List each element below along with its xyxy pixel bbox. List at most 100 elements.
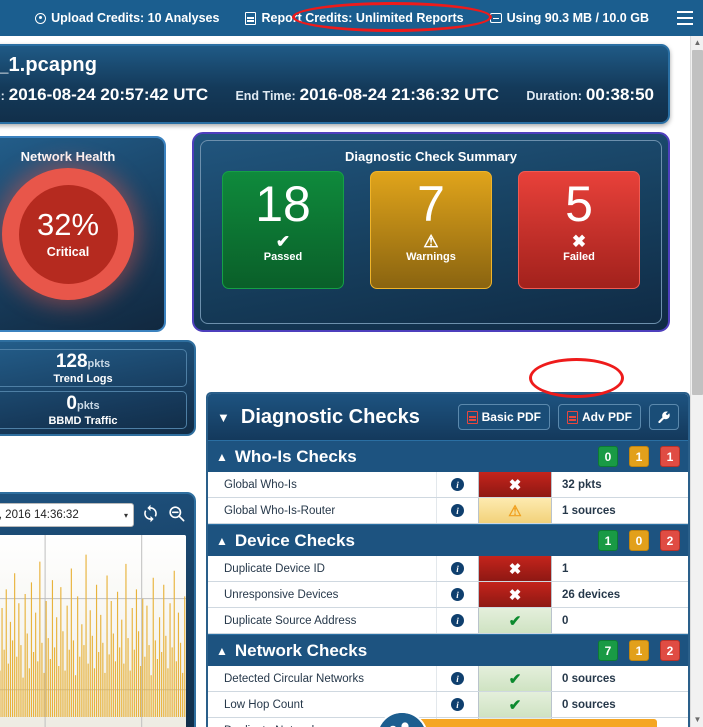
triangle-up-icon[interactable]: ▲ (216, 534, 228, 548)
check-info-cell[interactable]: i (436, 608, 478, 633)
end-time-label: End Time: (235, 89, 296, 103)
file-name: 1_1.pcapng (0, 54, 98, 76)
info-icon[interactable]: i (451, 614, 464, 627)
warnings-count: 7 (417, 176, 445, 232)
info-icon[interactable]: i (451, 562, 464, 575)
check-group-title: Network Checks (234, 640, 368, 660)
adv-pdf-label: Adv PDF (581, 410, 632, 424)
adv-pdf-button[interactable]: Adv PDF (557, 404, 641, 430)
date-range-value: 24, 2016 14:36:32 (0, 509, 79, 521)
check-value: 0 sources (562, 672, 616, 685)
report-credits-item[interactable]: Report Credits: Unlimited Reports (245, 11, 464, 25)
check-value: 32 pkts (562, 478, 602, 491)
page-content: 1_1.pcapng ne: 2016-08-24 20:57:42 UTC E… (0, 36, 690, 727)
wrench-icon[interactable] (649, 404, 679, 430)
start-time-value: 2016-08-24 20:57:42 UTC (8, 85, 209, 104)
date-range-select[interactable]: 24, 2016 14:36:32 ▾ (0, 503, 134, 527)
network-health-card: Network Health 32% Critical (0, 136, 166, 332)
check-row[interactable]: Unresponsive Devices i ✖ 26 devices (208, 582, 688, 608)
info-icon[interactable]: i (451, 478, 464, 491)
stat-trend-logs[interactable]: 128pkts Trend Logs (0, 349, 187, 387)
summary-box-warnings[interactable]: 7 ⚠ Warnings (370, 171, 492, 289)
pill-failed: 2 (660, 530, 680, 551)
check-group-header[interactable]: ▲ Who-Is Checks 0 1 1 (208, 440, 688, 472)
bbmd-unit: pkts (76, 399, 100, 412)
check-row[interactable]: Global Who-Is i ✖ 32 pkts (208, 472, 688, 498)
check-name: Duplicate Source Address (224, 614, 357, 627)
scroll-up-arrow[interactable]: ▲ (691, 36, 703, 50)
packet-rate-chart[interactable] (0, 535, 186, 727)
check-value: 1 sources (562, 504, 616, 517)
triangle-up-icon[interactable]: ▲ (216, 644, 228, 658)
duration-label: Duration: (526, 89, 582, 103)
zoom-out-icon[interactable] (167, 504, 186, 526)
check-row[interactable]: Global Who-Is-Router i ⚠ 1 sources (208, 498, 688, 524)
check-info-cell[interactable]: i (436, 498, 478, 523)
trend-logs-unit: pkts (87, 357, 111, 370)
chart-toolbar: 24, 2016 14:36:32 ▾ (0, 502, 186, 528)
check-value: 1 (562, 562, 569, 575)
check-name: Unresponsive Devices (224, 588, 339, 601)
cross-icon: ✖ (478, 556, 552, 581)
trend-logs-label: Trend Logs (53, 372, 113, 385)
check-info-cell[interactable]: i (436, 582, 478, 607)
info-icon[interactable]: i (451, 588, 464, 601)
bbmd-label: BBMD Traffic (48, 414, 118, 427)
file-info-panel: 1_1.pcapng ne: 2016-08-24 20:57:42 UTC E… (0, 44, 670, 124)
check-group-header[interactable]: ▲ Device Checks 1 0 2 (208, 524, 688, 556)
basic-pdf-button[interactable]: Basic PDF (457, 404, 550, 430)
check-info-cell[interactable]: i (436, 556, 478, 581)
check-icon: ✔ (478, 608, 552, 633)
info-icon[interactable]: i (451, 672, 464, 685)
bbmd-value: 0 (66, 392, 77, 414)
passed-label: Passed (263, 250, 303, 263)
scroll-down-arrow[interactable]: ▼ (691, 713, 703, 727)
cross-icon: ✖ (571, 231, 587, 251)
hamburger-menu-icon[interactable] (677, 11, 693, 25)
triangle-up-icon[interactable]: ▲ (216, 450, 228, 464)
scrollbar-thumb[interactable] (692, 50, 703, 395)
check-info-cell[interactable]: i (436, 472, 478, 497)
chat-widget[interactable]: Need help? Chat with us! ⌃ (376, 711, 657, 727)
warnings-label: Warnings (406, 250, 456, 263)
summary-box-failed[interactable]: 5 ✖ Failed (518, 171, 640, 289)
pill-passed: 0 (598, 446, 618, 467)
chat-bar[interactable]: Need help? Chat with us! ⌃ (412, 719, 657, 727)
check-row[interactable]: Detected Circular Networks i ✔ 0 sources (208, 666, 688, 692)
upload-credits-item[interactable]: Upload Credits: 10 Analyses (35, 11, 219, 25)
end-time-value: 2016-08-24 21:36:32 UTC (299, 85, 500, 104)
health-row: Network Health 32% Critical Diagnostic C… (0, 132, 670, 332)
check-name: Detected Circular Networks (224, 672, 364, 685)
refresh-icon[interactable] (141, 504, 160, 526)
storage-usage-item[interactable]: Using 90.3 MB / 10.0 GB (489, 11, 649, 25)
chat-logo-icon[interactable] (376, 711, 428, 727)
check-name: Global Who-Is (224, 478, 297, 491)
warning-triangle-icon: ⚠ (478, 498, 552, 523)
info-icon[interactable]: i (451, 698, 464, 711)
check-row[interactable]: Duplicate Source Address i ✔ 0 (208, 608, 688, 634)
check-icon: ✔ (275, 231, 291, 251)
check-value: 26 devices (562, 588, 621, 601)
diagnostic-checks-title: Diagnostic Checks (240, 405, 420, 428)
check-group-header[interactable]: ▲ Network Checks 7 1 2 (208, 634, 688, 666)
disk-icon (489, 13, 502, 23)
capture-times: ne: 2016-08-24 20:57:42 UTC End Time: 20… (0, 85, 654, 105)
diagnostic-checks-header[interactable]: ▼ Diagnostic Checks Basic PDF Adv PDF (208, 394, 688, 440)
pill-passed: 7 (598, 640, 618, 661)
check-icon: ✔ (478, 666, 552, 691)
warning-triangle-icon: ⚠ (423, 231, 439, 251)
cross-icon: ✖ (478, 472, 552, 497)
diagnostic-check-summary-card: Diagnostic Check Summary 18 ✔ Passed 7 ⚠… (192, 132, 670, 332)
storage-usage-label: Using 90.3 MB / 10.0 GB (506, 11, 649, 25)
triangle-down-icon[interactable]: ▼ (217, 410, 230, 425)
vertical-scrollbar[interactable]: ▲ ▼ (690, 36, 703, 727)
stat-bbmd-traffic[interactable]: 0pkts BBMD Traffic (0, 391, 187, 429)
check-info-cell[interactable]: i (436, 666, 478, 691)
passed-count: 18 (255, 176, 311, 232)
summary-boxes: 18 ✔ Passed 7 ⚠ Warnings 5 ✖ Failed (213, 171, 649, 289)
summary-box-passed[interactable]: 18 ✔ Passed (222, 171, 344, 289)
report-credits-label: Report Credits: Unlimited Reports (261, 11, 464, 25)
info-icon[interactable]: i (451, 504, 464, 517)
check-row[interactable]: Duplicate Device ID i ✖ 1 (208, 556, 688, 582)
check-group-title: Device Checks (234, 530, 355, 550)
